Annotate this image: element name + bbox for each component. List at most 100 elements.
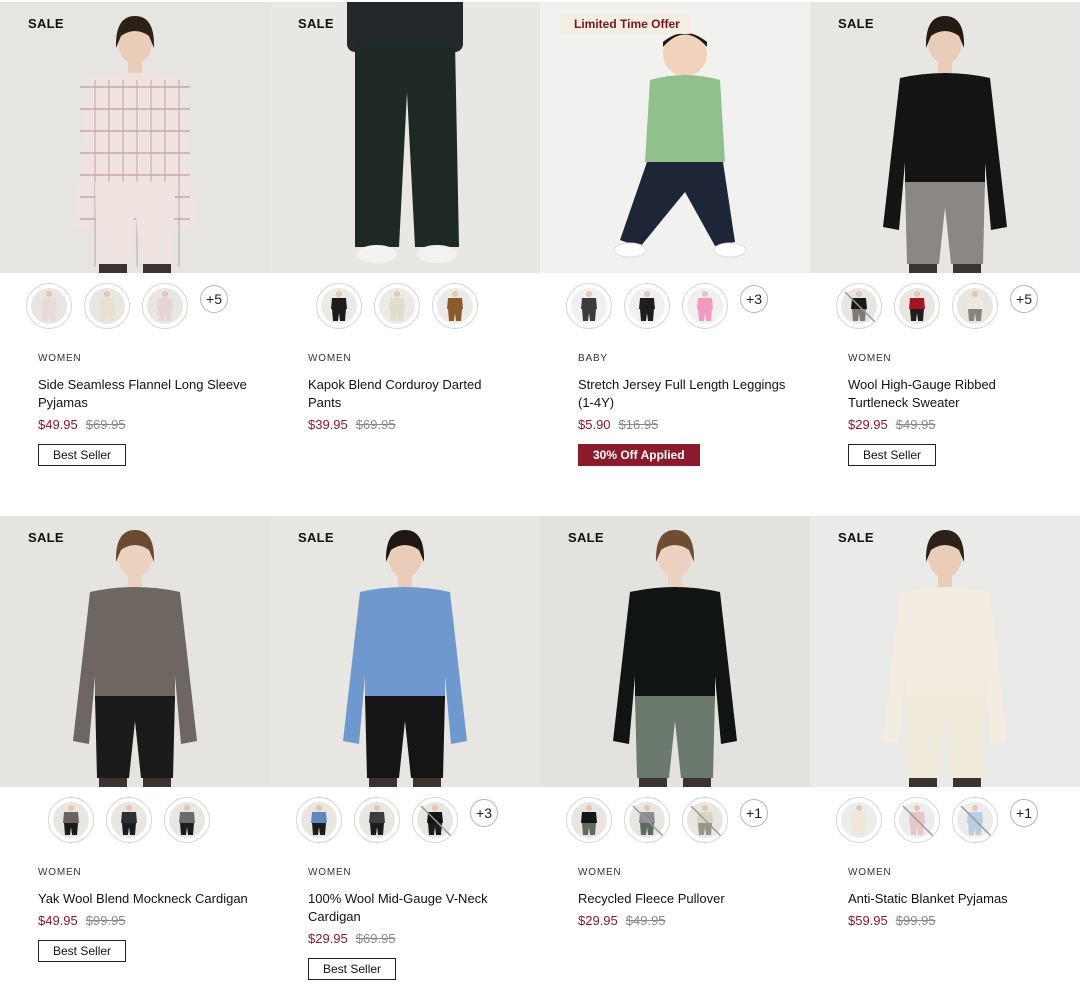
best-seller-badge: Best Seller xyxy=(38,444,127,466)
sale-tag: SALE xyxy=(298,16,334,31)
sale-tag: SALE xyxy=(838,16,874,31)
product-image[interactable] xyxy=(810,2,1080,273)
color-swatch[interactable] xyxy=(316,283,362,329)
color-swatch[interactable] xyxy=(26,283,72,329)
product-price: $49.95 $69.95 xyxy=(38,417,248,433)
sold-out-slash-icon xyxy=(420,805,452,837)
product-info: WOMEN Recycled Fleece Pullover $29.95 $49.9… xyxy=(578,867,788,929)
sale-tag: SALE xyxy=(838,530,874,545)
product-name[interactable]: Yak Wool Blend Mockneck Cardigan xyxy=(38,890,248,908)
color-swatches xyxy=(270,283,540,333)
color-swatch[interactable] xyxy=(624,283,670,329)
color-swatches: +3 xyxy=(540,283,810,333)
sold-out-slash-icon xyxy=(960,805,992,837)
sale-price: $59.95 xyxy=(848,913,888,928)
product-image[interactable] xyxy=(540,516,810,787)
color-swatch[interactable] xyxy=(566,283,612,329)
more-colors-button[interactable]: +1 xyxy=(1010,799,1038,827)
product-price: $29.95 $49.95 xyxy=(848,417,1058,433)
color-swatch[interactable] xyxy=(682,283,728,329)
color-swatch[interactable] xyxy=(836,797,882,843)
product-name[interactable]: Side Seamless Flannel Long Sleeve Pyjama… xyxy=(38,376,248,412)
sold-out-slash-icon xyxy=(632,805,664,837)
product-name[interactable]: Wool High-Gauge Ribbed Turtleneck Sweate… xyxy=(848,376,1058,412)
color-swatch[interactable] xyxy=(142,283,188,329)
sale-tag: SALE xyxy=(28,530,64,545)
product-card[interactable]: SALE +5 WOMEN Side Seamless Flannel Long Sl… xyxy=(0,2,270,502)
product-category: BABY xyxy=(578,353,608,364)
product-grid: SALE +5 WOMEN Side Seamless Flannel Long Sl… xyxy=(0,0,1080,1003)
best-seller-badge: Best Seller xyxy=(848,444,937,466)
product-info: WOMEN Yak Wool Blend Mockneck Cardigan $49… xyxy=(38,867,248,962)
product-name[interactable]: Anti-Static Blanket Pyjamas xyxy=(848,890,1058,908)
product-image[interactable] xyxy=(0,2,270,273)
color-swatches xyxy=(0,797,270,847)
product-image[interactable] xyxy=(270,516,540,787)
color-swatch[interactable] xyxy=(374,283,420,329)
sale-price: $39.95 xyxy=(308,417,348,432)
color-swatch[interactable] xyxy=(106,797,152,843)
original-price: $99.95 xyxy=(895,913,936,928)
product-name[interactable]: 100% Wool Mid-Gauge V-Neck Cardigan xyxy=(308,890,518,926)
product-category: WOMEN xyxy=(578,867,622,878)
original-price: $49.95 xyxy=(625,913,666,928)
product-card[interactable]: SALE WOMEN Yak Wool Blend Mockneck Cardiga… xyxy=(0,516,270,1003)
product-category: WOMEN xyxy=(308,867,352,878)
color-swatch[interactable] xyxy=(952,797,998,843)
product-card[interactable]: Limited Time Offer +3 BABY Stretch Jersey F… xyxy=(540,2,810,502)
product-card[interactable]: SALE WOMEN Kapok Blend Corduroy Darted Pan… xyxy=(270,2,540,502)
product-image[interactable] xyxy=(0,516,270,787)
sale-price: $49.95 xyxy=(38,913,78,928)
color-swatch[interactable] xyxy=(354,797,400,843)
sale-price: $29.95 xyxy=(578,913,618,928)
color-swatch[interactable] xyxy=(432,283,478,329)
product-category: WOMEN xyxy=(38,867,82,878)
more-colors-button[interactable]: +5 xyxy=(1010,285,1038,313)
color-swatch[interactable] xyxy=(164,797,210,843)
color-swatch[interactable] xyxy=(894,797,940,843)
original-price: $69.95 xyxy=(85,417,126,432)
sale-price: $49.95 xyxy=(38,417,78,432)
product-card[interactable]: SALE +5 WOMEN Wool High-Gauge Ribbed Turtle… xyxy=(810,2,1080,502)
sale-tag: SALE xyxy=(28,16,64,31)
color-swatches: +1 xyxy=(540,797,810,847)
product-image[interactable] xyxy=(810,516,1080,787)
promo-tag: Limited Time Offer xyxy=(560,14,690,34)
sale-price: $29.95 xyxy=(848,417,888,432)
more-colors-button[interactable]: +1 xyxy=(740,799,768,827)
color-swatch[interactable] xyxy=(412,797,458,843)
color-swatches: +3 xyxy=(270,797,540,847)
original-price: $69.95 xyxy=(355,417,396,432)
sold-out-slash-icon xyxy=(844,291,876,323)
color-swatch[interactable] xyxy=(952,283,998,329)
color-swatch[interactable] xyxy=(48,797,94,843)
color-swatch[interactable] xyxy=(84,283,130,329)
sale-tag: SALE xyxy=(298,530,334,545)
color-swatch[interactable] xyxy=(624,797,670,843)
product-card[interactable]: SALE +1 WOMEN Recycled Fleece Pullover $29.9… xyxy=(540,516,810,1003)
color-swatch[interactable] xyxy=(894,283,940,329)
product-info: BABY Stretch Jersey Full Length Leggings … xyxy=(578,353,788,466)
color-swatches: +1 xyxy=(810,797,1080,847)
color-swatch[interactable] xyxy=(566,797,612,843)
product-name[interactable]: Recycled Fleece Pullover xyxy=(578,890,788,908)
product-card[interactable]: SALE +1 WOMEN Anti-Static Blanket Pyjamas $5… xyxy=(810,516,1080,1003)
more-colors-button[interactable]: +3 xyxy=(740,285,768,313)
more-colors-button[interactable]: +5 xyxy=(200,285,228,313)
product-info: WOMEN Kapok Blend Corduroy Darted Pants $3… xyxy=(308,353,518,433)
product-price: $29.95 $69.95 xyxy=(308,931,518,947)
product-name[interactable]: Kapok Blend Corduroy Darted Pants xyxy=(308,376,518,412)
product-price: $29.95 $49.95 xyxy=(578,913,788,929)
color-swatch[interactable] xyxy=(836,283,882,329)
original-price: $49.95 xyxy=(895,417,936,432)
product-card[interactable]: SALE +3 WOMEN 100% Wool Mid-Gauge V-Neck Ca… xyxy=(270,516,540,1003)
color-swatch[interactable] xyxy=(296,797,342,843)
product-name[interactable]: Stretch Jersey Full Length Leggings (1-4… xyxy=(578,376,788,412)
more-colors-button[interactable]: +3 xyxy=(470,799,498,827)
product-image[interactable] xyxy=(540,2,810,273)
color-swatch[interactable] xyxy=(682,797,728,843)
product-category: WOMEN xyxy=(848,867,892,878)
product-price: $59.95 $99.95 xyxy=(848,913,1058,929)
discount-badge: 30% Off Applied xyxy=(578,444,700,466)
product-image[interactable] xyxy=(270,2,540,273)
